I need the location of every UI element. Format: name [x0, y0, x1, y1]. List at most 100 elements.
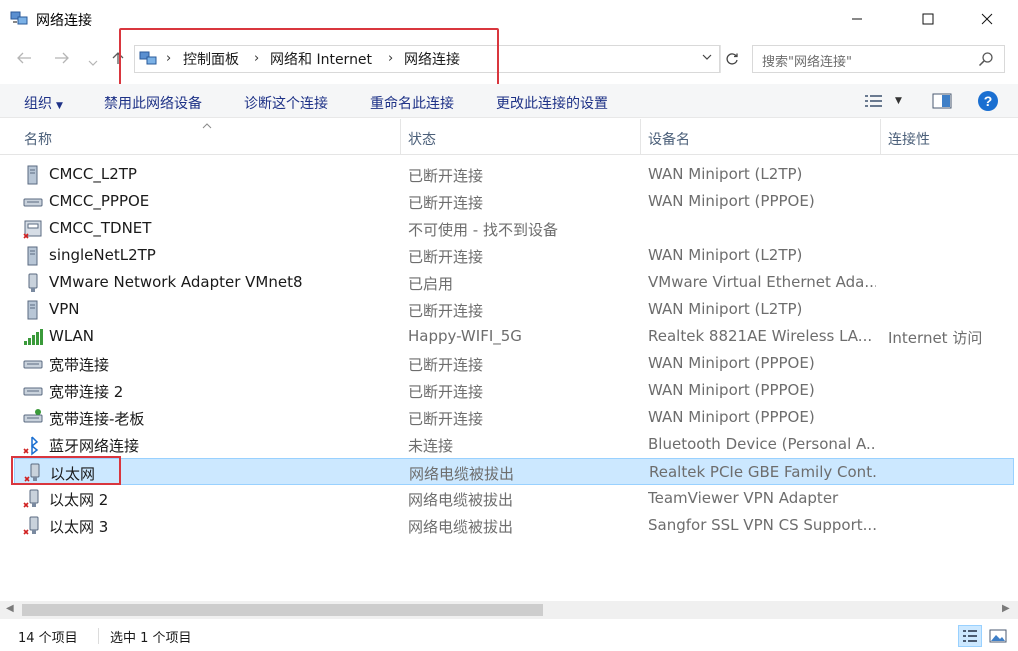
list-item[interactable]: 宽带连接-老板 已断开连接 WAN Miniport (PPPOE): [14, 404, 1014, 431]
horizontal-scrollbar[interactable]: ◀ ▶: [0, 601, 1018, 619]
ethernet-disconnected-icon: [23, 489, 39, 508]
up-button[interactable]: [111, 50, 125, 69]
list-item[interactable]: 宽带连接 已断开连接 WAN Miniport (PPPOE): [14, 350, 1014, 377]
column-divider[interactable]: [640, 119, 641, 155]
caret-down-icon: ▼: [56, 101, 63, 111]
scrollbar-thumb[interactable]: [22, 604, 543, 616]
connection-status: 已断开连接: [408, 383, 484, 401]
list-item[interactable]: 以太网 2 网络电缆被拔出 TeamViewer VPN Adapter: [14, 485, 1014, 512]
vpn-icon: [27, 246, 38, 266]
column-status[interactable]: 状态: [408, 119, 436, 155]
forward-button[interactable]: [54, 50, 70, 69]
help-button[interactable]: ?: [977, 90, 999, 116]
column-device[interactable]: 设备名: [648, 119, 690, 155]
chevron-right-icon[interactable]: ›: [254, 51, 259, 66]
column-divider[interactable]: [400, 119, 401, 155]
list-item[interactable]: singleNetL2TP 已断开连接 WAN Miniport (L2TP): [14, 242, 1014, 269]
list-item-selected[interactable]: 以太网 网络电缆被拔出 Realtek PCIe GBE Family Cont…: [14, 458, 1014, 485]
rename-button[interactable]: 重命名此连接: [370, 93, 454, 113]
breadcrumb-network-internet[interactable]: 网络和 Internet: [270, 49, 372, 69]
chevron-right-icon[interactable]: ›: [166, 51, 171, 66]
device-name: WAN Miniport (L2TP): [648, 165, 803, 183]
selection-count: 选中 1 个项目: [110, 631, 192, 646]
connection-name: 以太网 2: [49, 491, 109, 509]
connection-name: singleNetL2TP: [49, 246, 156, 264]
list-item[interactable]: WLAN Happy-WIFI_5G Realtek 8821AE Wirele…: [14, 323, 1014, 350]
device-name: Realtek 8821AE Wireless LA...: [648, 327, 873, 345]
search-input[interactable]: 搜索"网络连接": [752, 45, 1005, 73]
list-item[interactable]: VPN 已断开连接 WAN Miniport (L2TP): [14, 296, 1014, 323]
refresh-button[interactable]: [720, 45, 742, 73]
list-item[interactable]: CMCC_PPPOE 已断开连接 WAN Miniport (PPPOE): [14, 188, 1014, 215]
large-icons-view-button[interactable]: [986, 625, 1010, 647]
connection-status: 网络电缆被拔出: [408, 518, 514, 536]
window-title: 网络连接: [36, 13, 92, 29]
maximize-button[interactable]: [905, 0, 951, 38]
ethernet-disconnected-icon: [24, 463, 40, 482]
device-name: VMware Virtual Ethernet Ada...: [648, 273, 876, 291]
list-item[interactable]: CMCC_L2TP 已断开连接 WAN Miniport (L2TP): [14, 161, 1014, 188]
connection-status: 已启用: [408, 275, 454, 293]
connection-status: 已断开连接: [408, 248, 484, 266]
network-connections-icon: [10, 11, 28, 25]
connection-name: 以太网 3: [49, 518, 109, 536]
preview-pane-icon: [932, 93, 952, 109]
status-divider: [98, 628, 99, 644]
broadband-icon: [23, 198, 43, 207]
close-button[interactable]: [964, 0, 1010, 38]
details-view-icon: [865, 95, 882, 107]
organize-menu[interactable]: 组织 ▼: [24, 93, 63, 113]
change-settings-button[interactable]: 更改此连接的设置: [496, 93, 608, 113]
help-icon: ?: [978, 91, 998, 111]
list-item[interactable]: 宽带连接 2 已断开连接 WAN Miniport (PPPOE): [14, 377, 1014, 404]
chevron-right-icon[interactable]: ›: [388, 51, 393, 66]
details-view-button[interactable]: [958, 625, 982, 647]
connectivity: Internet 访问: [888, 329, 983, 347]
breadcrumb-control-panel[interactable]: 控制面板: [183, 49, 239, 69]
connection-status: 已断开连接: [408, 302, 484, 320]
preview-pane-button[interactable]: [932, 93, 952, 113]
list-item[interactable]: VMware Network Adapter VMnet8 已启用 VMware…: [14, 269, 1014, 296]
connection-name: 以太网: [50, 465, 96, 483]
connection-name: 宽带连接-老板: [49, 410, 145, 428]
minimize-icon: [852, 18, 862, 20]
connection-name: 蓝牙网络连接: [49, 437, 140, 455]
breadcrumb-network-connections[interactable]: 网络连接: [404, 49, 460, 69]
command-bar: 组织 ▼ 禁用此网络设备 诊断这个连接 重命名此连接 更改此连接的设置 ▼ ?: [0, 84, 1018, 118]
scroll-left-icon[interactable]: ◀: [6, 603, 14, 614]
back-arrow-icon: [17, 52, 31, 64]
chevron-down-icon: [88, 60, 98, 66]
recent-locations-button[interactable]: [88, 52, 98, 71]
column-connectivity[interactable]: 连接性: [888, 119, 930, 155]
connection-name: CMCC_PPPOE: [49, 192, 150, 210]
caret-down-icon[interactable]: ▼: [895, 96, 902, 106]
ethernet-icon: [28, 273, 38, 292]
device-name: WAN Miniport (PPPOE): [648, 381, 815, 399]
diagnose-button[interactable]: 诊断这个连接: [244, 93, 328, 113]
up-arrow-icon: [112, 52, 124, 64]
title-bar: 网络连接: [0, 0, 1018, 38]
address-dropdown-button[interactable]: [702, 51, 712, 64]
connection-name: VMware Network Adapter VMnet8: [49, 273, 303, 291]
control-panel-icon: [139, 51, 157, 65]
device-name: WAN Miniport (L2TP): [648, 246, 803, 264]
connection-status: 已断开连接: [408, 194, 484, 212]
broadband-icon: [23, 360, 43, 369]
search-icon[interactable]: [978, 51, 994, 67]
disable-device-button[interactable]: 禁用此网络设备: [104, 93, 202, 113]
view-options-button[interactable]: [864, 93, 884, 113]
list-item[interactable]: 以太网 3 网络电缆被拔出 Sangfor SSL VPN CS Support…: [14, 512, 1014, 539]
scroll-right-icon[interactable]: ▶: [1002, 603, 1010, 614]
device-name: WAN Miniport (PPPOE): [648, 192, 815, 210]
organize-label: 组织: [24, 96, 52, 112]
list-item[interactable]: 蓝牙网络连接 未连接 Bluetooth Device (Personal A.…: [14, 431, 1014, 458]
status-bar: 14 个项目 选中 1 个项目: [0, 620, 1018, 651]
close-icon: [981, 13, 993, 25]
broadband-icon: [23, 409, 43, 423]
column-divider[interactable]: [880, 119, 881, 155]
back-button[interactable]: [16, 50, 32, 69]
column-name[interactable]: 名称: [24, 119, 52, 155]
minimize-button[interactable]: [834, 0, 880, 38]
connection-name: 宽带连接 2: [49, 383, 124, 401]
list-item[interactable]: CMCC_TDNET 不可使用 - 找不到设备: [14, 215, 1014, 242]
